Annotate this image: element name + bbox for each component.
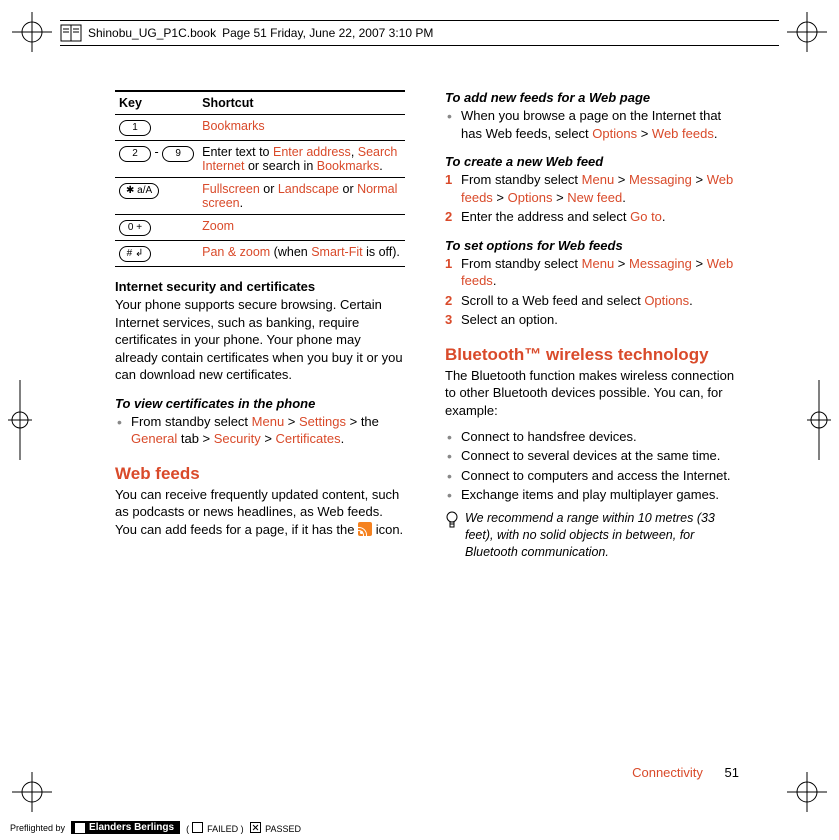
registration-mark-icon: [8, 380, 32, 460]
step-item: 2 Scroll to a Web feed and select Option…: [445, 292, 735, 310]
list-item: Connect to handsfree devices.: [445, 428, 735, 446]
tip-icon: [445, 510, 459, 561]
page-footer: Connectivity 51: [632, 765, 739, 780]
table-row: # ↲ Pan & zoom (when Smart-Fit is off).: [115, 241, 405, 267]
key-icon: 1: [119, 120, 151, 136]
tip-note: We recommend a range within 10 metres (3…: [445, 510, 735, 561]
page-body: Key Shortcut 1 Bookmarks 2 - 9 Enter tex…: [115, 90, 735, 560]
rss-icon: [358, 522, 372, 536]
registration-mark-icon: [787, 772, 827, 812]
right-column: To add new feeds for a Web page When you…: [445, 90, 735, 560]
heading-internet-security: Internet security and certificates: [115, 279, 405, 294]
table-head-shortcut: Shortcut: [198, 91, 405, 115]
table-row: 0 + Zoom: [115, 215, 405, 241]
registration-mark-icon: [807, 380, 831, 460]
list-item: When you browse a page on the Internet t…: [445, 107, 735, 142]
list-item: Exchange items and play multiplayer game…: [445, 486, 735, 504]
step-item: 2 Enter the address and select Go to.: [445, 208, 735, 226]
link-bookmarks: Bookmarks: [202, 119, 265, 133]
book-icon: [60, 24, 82, 42]
heading-add-feeds: To add new feeds for a Web page: [445, 90, 735, 105]
brand-logo-icon: [75, 823, 85, 833]
table-head-key: Key: [115, 91, 198, 115]
table-row: 2 - 9 Enter text to Enter address, Searc…: [115, 141, 405, 178]
heading-set-options: To set options for Web feeds: [445, 238, 735, 253]
footer-page-number: 51: [725, 765, 739, 780]
paragraph: The Bluetooth function makes wireless co…: [445, 367, 735, 420]
shortcuts-table: Key Shortcut 1 Bookmarks 2 - 9 Enter tex…: [115, 90, 405, 267]
list-item: From standby select Menu > Settings > th…: [115, 413, 405, 448]
step-item: 1 From standby select Menu > Messaging >…: [445, 255, 735, 290]
preflight-brand: Elanders Berlings: [71, 821, 180, 834]
table-row: ✱ a/A Fullscreen or Landscape or Normal …: [115, 178, 405, 215]
heading-bluetooth: Bluetooth™ wireless technology: [445, 345, 735, 365]
preflight-label: Preflighted by: [10, 823, 65, 833]
table-row: 1 Bookmarks: [115, 115, 405, 141]
step-item: 1 From standby select Menu > Messaging >…: [445, 171, 735, 206]
registration-mark-icon: [12, 772, 52, 812]
preflight-failed: ( FAILED ): [186, 822, 244, 834]
heading-view-certificates: To view certificates in the phone: [115, 396, 405, 411]
left-column: Key Shortcut 1 Bookmarks 2 - 9 Enter tex…: [115, 90, 405, 560]
footer-section: Connectivity: [632, 765, 703, 780]
list-item: Connect to computers and access the Inte…: [445, 467, 735, 485]
key-icon: 9: [162, 146, 194, 162]
preflight-passed: PASSED: [250, 822, 301, 834]
key-icon: 2: [119, 146, 151, 162]
key-icon: # ↲: [119, 246, 151, 262]
registration-mark-icon: [12, 12, 52, 52]
heading-create-feed: To create a new Web feed: [445, 154, 735, 169]
list-item: Connect to several devices at the same t…: [445, 447, 735, 465]
key-icon: 0 +: [119, 220, 151, 236]
document-header: Shinobu_UG_P1C.book Page 51 Friday, June…: [60, 20, 779, 46]
header-page-info: Page 51 Friday, June 22, 2007 3:10 PM: [222, 26, 433, 40]
paragraph: Your phone supports secure browsing. Cer…: [115, 296, 405, 384]
paragraph: You can receive frequently updated conte…: [115, 486, 405, 539]
key-icon: ✱ a/A: [119, 183, 159, 199]
step-item: 3 Select an option.: [445, 311, 735, 329]
heading-web-feeds: Web feeds: [115, 464, 405, 484]
header-filename: Shinobu_UG_P1C.book: [88, 26, 216, 40]
preflight-strip: Preflighted by Elanders Berlings ( FAILE…: [10, 821, 301, 834]
registration-mark-icon: [787, 12, 827, 52]
